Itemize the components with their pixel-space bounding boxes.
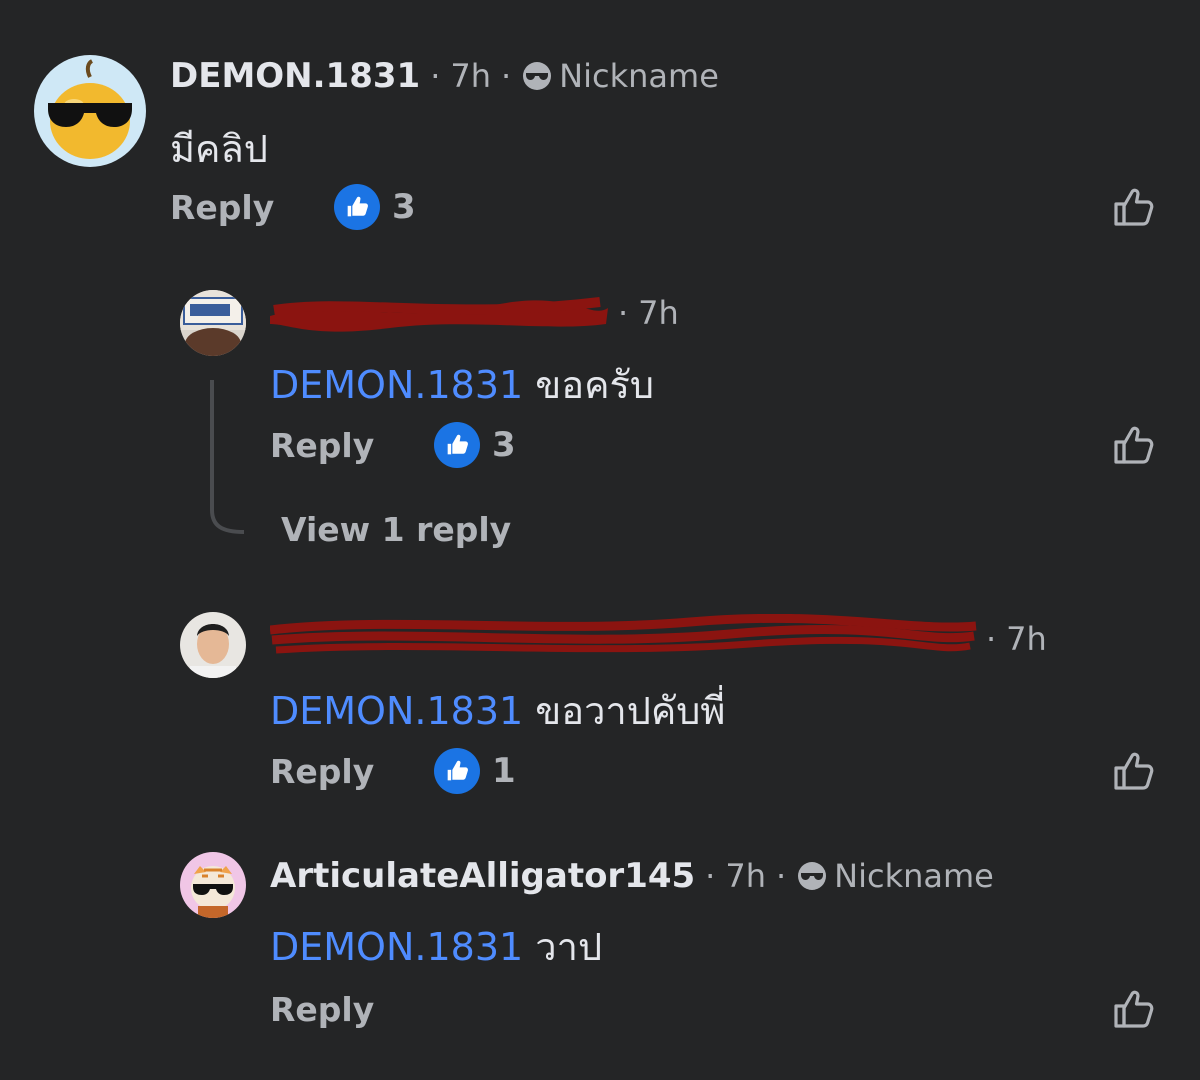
comment-text: ขอครับ	[535, 363, 655, 407]
like-count: 3	[392, 187, 416, 227]
avatar[interactable]	[180, 852, 246, 918]
like-badge-icon	[434, 748, 480, 794]
thumbs-up-outline-icon[interactable]	[1110, 984, 1158, 1032]
sunglasses-icon	[796, 860, 828, 892]
comment-text: ขอวาปคับพี่	[535, 689, 726, 733]
avatar[interactable]	[180, 612, 246, 678]
comment-time: 7h	[725, 857, 766, 895]
mention-link[interactable]: DEMON.1831	[270, 925, 523, 969]
redaction-scribble	[270, 614, 977, 654]
reply-button[interactable]: Reply	[270, 752, 374, 791]
comment-text: วาป	[535, 925, 603, 969]
comment-time: 7h	[450, 57, 491, 95]
tiger-sunglasses-avatar	[191, 866, 235, 918]
reaction-summary[interactable]: 3	[434, 422, 516, 468]
reply-button[interactable]: Reply	[270, 990, 374, 1029]
view-replies-link[interactable]: View 1 reply	[281, 510, 511, 549]
comment-time: 7h	[638, 294, 679, 332]
reaction-summary[interactable]: 3	[334, 184, 416, 230]
sunglasses-icon	[521, 60, 553, 92]
mention-link[interactable]: DEMON.1831	[270, 363, 523, 407]
author-name-redacted[interactable]	[270, 614, 980, 658]
avatar[interactable]	[180, 290, 246, 356]
nickname-badge: Nickname	[521, 57, 719, 95]
like-count: 1	[492, 751, 516, 791]
mention-link[interactable]: DEMON.1831	[270, 689, 523, 733]
reply-button[interactable]: Reply	[270, 426, 374, 465]
reaction-summary[interactable]: 1	[434, 748, 516, 794]
reply-button[interactable]: Reply	[170, 188, 274, 227]
like-badge-icon	[334, 184, 380, 230]
thread-connector-line	[210, 380, 245, 534]
author-name-redacted[interactable]	[270, 294, 610, 332]
thumbs-up-outline-icon[interactable]	[1110, 420, 1158, 468]
comment-text: มีคลิป	[170, 127, 268, 171]
thumbs-up-outline-icon[interactable]	[1110, 182, 1158, 230]
nickname-badge: Nickname	[796, 857, 994, 895]
pear-sunglasses-avatar	[48, 59, 132, 159]
comment-author[interactable]: DEMON.1831	[170, 56, 420, 96]
like-count: 3	[492, 425, 516, 465]
thumbs-up-outline-icon[interactable]	[1110, 746, 1158, 794]
comment-author[interactable]: ArticulateAlligator145	[270, 856, 695, 896]
avatar[interactable]	[34, 55, 146, 167]
redaction-scribble	[270, 297, 608, 332]
like-badge-icon	[434, 422, 480, 468]
comment-time: 7h	[1006, 620, 1047, 658]
